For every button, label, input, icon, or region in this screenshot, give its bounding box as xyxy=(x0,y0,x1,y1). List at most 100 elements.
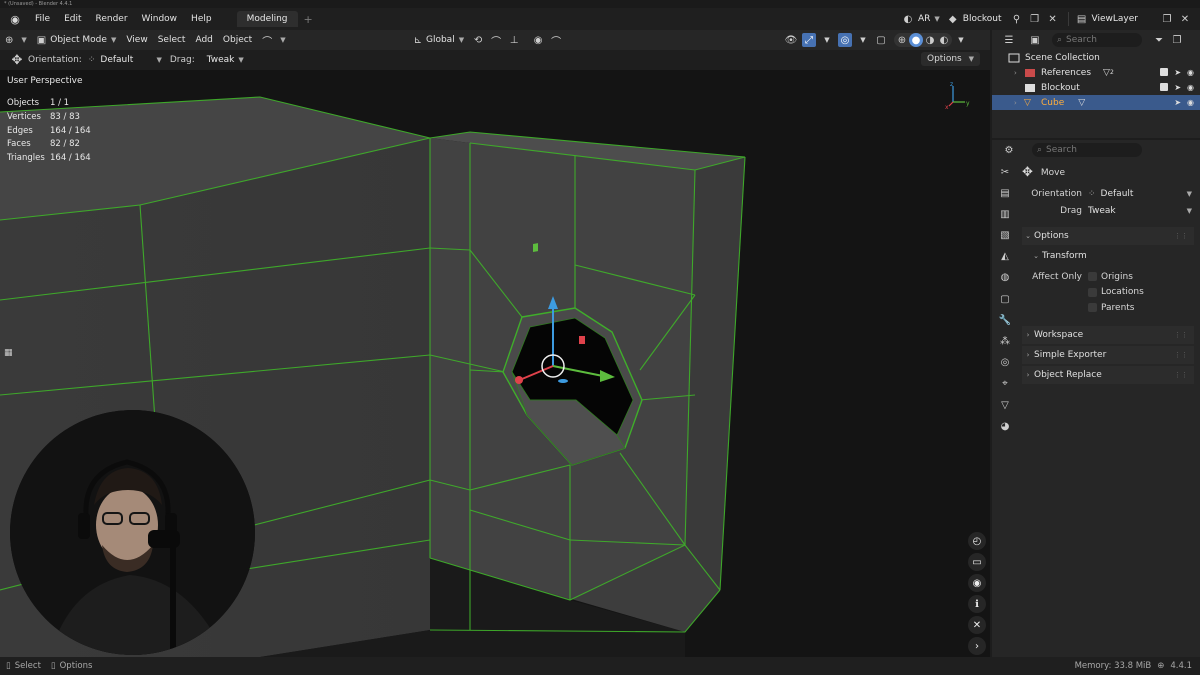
duplicate-viewlayer-icon[interactable]: ❐ xyxy=(1160,12,1174,26)
eye-icon[interactable]: ◉ xyxy=(1187,98,1194,107)
expand-arrow-icon[interactable]: › xyxy=(1014,99,1024,107)
eye-icon[interactable]: ◉ xyxy=(1187,68,1194,77)
scene-selector[interactable]: ◆ Blockout xyxy=(946,11,1002,27)
close-icon[interactable]: ✕ xyxy=(968,616,986,634)
workspace-panel-header[interactable]: › Workspace ⋮⋮ xyxy=(1022,325,1194,344)
view-layer-tab-icon[interactable]: ▧ xyxy=(997,228,1013,244)
gizmo-toggle-icon[interactable]: ⤢ xyxy=(802,33,816,47)
expand-arrow-icon[interactable]: › xyxy=(1014,69,1024,77)
drag-handle-icon[interactable]: ⋮⋮ xyxy=(1174,232,1188,240)
data-tab-icon[interactable]: ▽ xyxy=(997,397,1013,413)
info-icon[interactable]: ℹ xyxy=(968,595,986,613)
overlay-toggle-icon[interactable]: ◎ xyxy=(838,33,852,47)
scene-tab-icon[interactable]: ◭ xyxy=(997,249,1013,265)
snap-icon[interactable]: ⌒ xyxy=(489,33,503,48)
outliner-row-blockout[interactable]: Blockout ➤ ◉ xyxy=(992,80,1200,95)
select-toggle-icon[interactable]: ➤ xyxy=(1174,98,1181,107)
simple-exporter-panel-header[interactable]: › Simple Exporter ⋮⋮ xyxy=(1022,345,1194,364)
pivot-icon[interactable]: ⟲ xyxy=(471,33,485,47)
orientation-dropdown[interactable]: ⁘ Default ▼ xyxy=(88,55,162,65)
menu-view[interactable]: View xyxy=(121,31,152,49)
close-icon[interactable]: ✕ xyxy=(1178,12,1192,26)
constraints-tab-icon[interactable]: ⌖ xyxy=(997,376,1013,392)
options-button[interactable]: Options ▼ xyxy=(921,52,980,66)
orientation-dropdown[interactable]: ⁘ Default ▼ xyxy=(1088,189,1194,199)
new-collection-icon[interactable]: ❐ xyxy=(1170,33,1184,47)
origins-checkbox[interactable] xyxy=(1088,272,1097,282)
filter-icon[interactable]: ⏷ xyxy=(1152,33,1166,47)
editor-type-button[interactable]: ⊕ ▼ xyxy=(0,31,32,49)
tab-modeling[interactable]: Modeling xyxy=(236,11,298,27)
menu-help[interactable]: Help xyxy=(184,14,219,24)
toolbar-toggle-icon[interactable]: ▦ xyxy=(4,348,14,358)
particles-tab-icon[interactable]: ⁂ xyxy=(997,334,1013,350)
object-replace-panel-header[interactable]: › Object Replace ⋮⋮ xyxy=(1022,365,1194,384)
menu-add[interactable]: Add xyxy=(190,31,217,49)
navigation-axis-gizmo[interactable]: z y x xyxy=(945,82,973,110)
transform-orientation-selector[interactable]: ⊾ Global ▼ xyxy=(409,31,470,49)
camera-icon[interactable]: ▭ xyxy=(968,553,986,571)
material-shading-icon[interactable]: ◑ xyxy=(923,33,937,47)
blender-logo-icon[interactable]: ◉ xyxy=(8,12,22,26)
add-workspace-button[interactable]: + xyxy=(304,13,313,26)
mode-selector[interactable]: ▣ Object Mode ▼ xyxy=(32,31,122,49)
world-tab-icon[interactable]: ◍ xyxy=(997,270,1013,286)
output-tab-icon[interactable]: ▥ xyxy=(997,206,1013,222)
chevron-down-icon[interactable]: ▼ xyxy=(954,33,968,47)
object-tab-icon[interactable]: ▢ xyxy=(997,291,1013,307)
rendered-shading-icon[interactable]: ◐ xyxy=(937,33,951,47)
visibility-icon[interactable]: 👁 xyxy=(784,33,798,47)
menu-select[interactable]: Select xyxy=(153,31,191,49)
menu-file[interactable]: File xyxy=(28,14,57,24)
exclude-checkbox[interactable] xyxy=(1160,68,1169,76)
gizmo-type-button[interactable]: ⌒ ▼ xyxy=(257,31,290,49)
chevron-down-icon[interactable]: ▼ xyxy=(856,33,870,47)
select-toggle-icon[interactable]: ➤ xyxy=(1174,83,1181,92)
outliner-row-references[interactable]: › References ▽ 2 ➤ ◉ xyxy=(992,65,1200,80)
chevron-right-icon[interactable]: › xyxy=(968,637,986,655)
falloff-icon[interactable]: ⌒ xyxy=(549,33,563,48)
outliner-row-cube[interactable]: › ▽ Cube ▽ ➤ ◉ xyxy=(992,95,1200,110)
close-icon[interactable]: ✕ xyxy=(1046,12,1060,26)
properties-search-input[interactable]: ⌕ Search xyxy=(1032,143,1142,157)
solid-shading-icon[interactable]: ● xyxy=(909,33,923,47)
eye-icon[interactable]: ◉ xyxy=(968,574,986,592)
display-mode-icon[interactable]: ▣ xyxy=(1028,33,1042,47)
drag-handle-icon[interactable]: ⋮⋮ xyxy=(1174,371,1188,379)
editor-type-icon[interactable]: ☰ xyxy=(1002,33,1016,47)
select-toggle-icon[interactable]: ➤ xyxy=(1174,68,1181,77)
material-tab-icon[interactable]: ◕ xyxy=(997,418,1013,434)
transform-subpanel-header[interactable]: ⌄ Transform xyxy=(1022,247,1194,265)
editor-type-icon[interactable]: ⚙ xyxy=(1002,143,1016,157)
drag-handle-icon[interactable]: ⋮⋮ xyxy=(1174,351,1188,359)
modifier-tab-icon[interactable]: 🔧 xyxy=(997,312,1013,328)
3d-viewport[interactable]: User Perspective Objects 1 / 1 Vertices 83… xyxy=(0,70,990,657)
chevron-down-icon[interactable]: ▼ xyxy=(820,33,834,47)
physics-tab-icon[interactable]: ◎ xyxy=(997,355,1013,371)
menu-object[interactable]: Object xyxy=(218,31,257,49)
wireframe-shading-icon[interactable]: ⊕ xyxy=(895,33,909,47)
viewlayer-selector[interactable]: ▤ ViewLayer xyxy=(1075,11,1138,27)
drag-dropdown[interactable]: Tweak ▼ xyxy=(1088,206,1194,216)
parents-checkbox[interactable] xyxy=(1088,303,1097,313)
exclude-checkbox[interactable] xyxy=(1160,83,1169,91)
locations-checkbox[interactable] xyxy=(1088,287,1097,297)
xray-icon[interactable]: ▢ xyxy=(874,33,888,47)
outliner-search-input[interactable]: ⌕ Search xyxy=(1052,33,1142,47)
snap-target-icon[interactable]: ⊥ xyxy=(507,33,521,47)
pin-icon[interactable]: ⚲ xyxy=(1010,12,1024,26)
options-panel-header[interactable]: ⌄ Options ⋮⋮ xyxy=(1022,227,1194,245)
orbit-icon[interactable]: ◴ xyxy=(968,532,986,550)
menu-window[interactable]: Window xyxy=(135,14,185,24)
render-tab-icon[interactable]: ▤ xyxy=(997,185,1013,201)
menu-edit[interactable]: Edit xyxy=(57,14,88,24)
menu-render[interactable]: Render xyxy=(89,14,135,24)
drag-dropdown[interactable]: Tweak ▼ xyxy=(207,55,244,65)
scene-collection-row[interactable]: Scene Collection xyxy=(992,50,1200,65)
tool-tab-icon[interactable]: ✂ xyxy=(997,164,1013,180)
drag-handle-icon[interactable]: ⋮⋮ xyxy=(1174,331,1188,339)
eye-icon[interactable]: ◉ xyxy=(1187,83,1194,92)
language-selector[interactable]: ◐ AR ▼ xyxy=(901,11,940,27)
proportional-edit-icon[interactable]: ◉ xyxy=(531,33,545,47)
duplicate-scene-icon[interactable]: ❐ xyxy=(1028,12,1042,26)
